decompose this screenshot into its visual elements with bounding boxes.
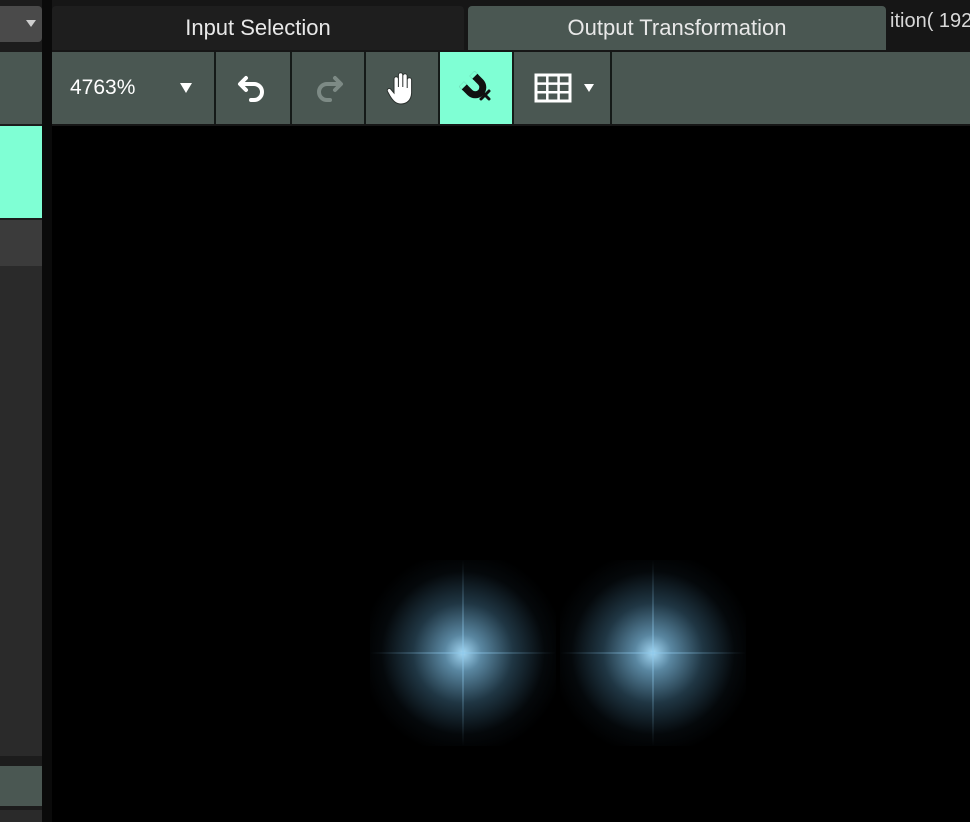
magnet-snap-icon xyxy=(459,71,491,101)
left-panel-bottom xyxy=(0,810,42,822)
tab-label: Output Transformation xyxy=(567,15,787,40)
resolution-title: ition( 192 xyxy=(890,10,970,32)
chevron-down-icon xyxy=(584,84,594,92)
undo-button[interactable] xyxy=(216,52,292,124)
chevron-down-icon xyxy=(180,83,192,93)
left-panel-header xyxy=(0,52,42,124)
hand-pan-icon xyxy=(386,72,413,105)
grid-options-dropdown[interactable] xyxy=(514,52,612,124)
pan-tool-button[interactable] xyxy=(366,52,440,124)
tab-output-transformation[interactable]: Output Transformation xyxy=(468,6,886,50)
left-panel-selected-item[interactable] xyxy=(0,126,42,218)
tab-bar: Input Selection Output Transformation it… xyxy=(52,0,970,50)
grid-icon xyxy=(534,73,572,103)
zoom-value: 4763% xyxy=(70,76,136,99)
canvas-viewport[interactable] xyxy=(52,126,970,822)
pixel-glow-left[interactable] xyxy=(370,560,556,746)
left-panel-footer-button[interactable] xyxy=(0,766,42,806)
snap-tool-button[interactable] xyxy=(440,52,514,124)
left-panel-list xyxy=(0,266,42,756)
tab-label: Input Selection xyxy=(185,15,331,40)
pixel-glow-right[interactable] xyxy=(560,560,746,746)
redo-icon xyxy=(317,76,343,102)
redo-button[interactable] xyxy=(292,52,366,124)
left-panel-item[interactable] xyxy=(0,220,42,266)
panel-divider[interactable] xyxy=(42,0,52,822)
canvas-toolbar: 4763% xyxy=(52,52,970,124)
zoom-dropdown[interactable]: 4763% xyxy=(52,52,216,124)
tab-input-selection[interactable]: Input Selection xyxy=(52,6,464,50)
chevron-down-icon xyxy=(26,20,36,27)
undo-icon xyxy=(238,76,264,102)
left-panel-dropdown[interactable] xyxy=(0,6,42,42)
